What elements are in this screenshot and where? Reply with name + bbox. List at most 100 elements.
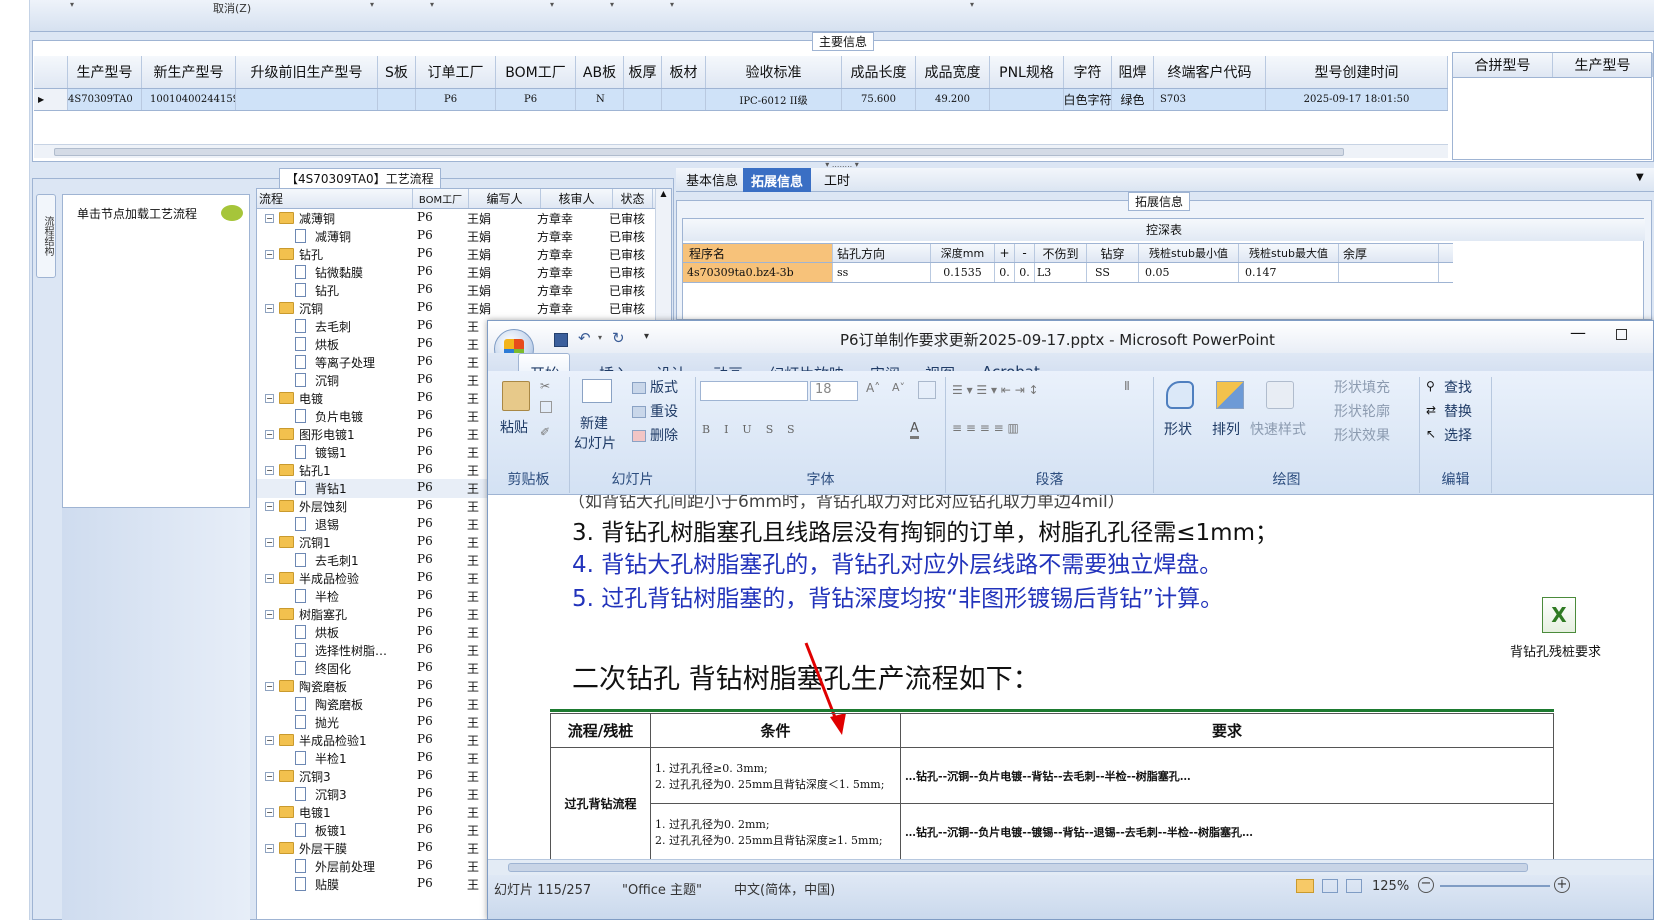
zoom-out-icon[interactable]: − xyxy=(1418,877,1434,893)
minimize-button[interactable]: — xyxy=(1570,323,1586,342)
cell[interactable]: 0.147 xyxy=(1239,263,1339,282)
cancel-button[interactable]: 取消(Z) xyxy=(213,0,251,16)
cell[interactable]: 0. xyxy=(995,263,1015,282)
col-header[interactable]: 型号创建时间 xyxy=(1266,56,1448,88)
zoom-slider[interactable] xyxy=(1440,885,1550,887)
expand-toggle-icon[interactable]: − xyxy=(265,736,274,745)
zoom-level[interactable]: 125% xyxy=(1372,879,1409,894)
expand-toggle-icon[interactable]: − xyxy=(265,250,274,259)
col-header[interactable]: 成品宽度 xyxy=(916,56,990,88)
shape-effect-button[interactable]: 形状效果 xyxy=(1334,425,1390,445)
load-process-area[interactable]: 单击节点加载工艺流程 xyxy=(62,194,250,508)
view-normal-icon[interactable] xyxy=(1296,879,1314,893)
paste-icon[interactable] xyxy=(502,381,530,411)
cell[interactable]: P6 xyxy=(416,89,496,110)
expand-toggle-icon[interactable]: − xyxy=(265,772,274,781)
format-painter-icon[interactable]: ✐ xyxy=(540,425,550,439)
cell[interactable]: 4S70309TA0 xyxy=(68,89,142,110)
cell[interactable] xyxy=(378,89,416,110)
tree-col-header[interactable]: BOM工厂 xyxy=(413,189,469,208)
cell[interactable]: 白色字符 xyxy=(1064,89,1112,110)
ext-tabs-dropdown-icon[interactable]: ▼ xyxy=(1636,172,1644,183)
cell[interactable]: 绿色 xyxy=(1112,89,1154,110)
cell[interactable]: 75.600 xyxy=(842,89,916,110)
align-icons[interactable]: ≡ ≡ ≡ ≡ ▥ xyxy=(952,421,1019,435)
excel-attachment-label[interactable]: 背钻孔残桩要求 xyxy=(1510,641,1601,660)
layout-button[interactable]: 版式 xyxy=(632,377,678,397)
col-header[interactable]: 板厚 xyxy=(624,56,662,88)
col-header[interactable]: 钻孔方向 xyxy=(833,244,931,262)
copy-icon[interactable] xyxy=(540,401,552,413)
col-header[interactable]: 生产型号 xyxy=(1553,53,1653,77)
col-header[interactable]: 余厚 xyxy=(1339,244,1439,262)
zoom-in-icon[interactable]: + xyxy=(1554,877,1570,893)
excel-attachment-icon[interactable]: X xyxy=(1542,597,1576,633)
shape-icon[interactable] xyxy=(1166,381,1194,409)
cell[interactable]: P6 xyxy=(496,89,576,110)
cell[interactable] xyxy=(1339,263,1439,282)
expand-toggle-icon[interactable]: − xyxy=(265,430,274,439)
replace-button[interactable]: 替换 xyxy=(1444,401,1472,421)
shape-fill-button[interactable]: 形状填充 xyxy=(1334,377,1390,397)
col-header[interactable]: 订单工厂 xyxy=(416,56,496,88)
qat-redo-icon[interactable]: ↻ xyxy=(612,329,625,347)
cell[interactable] xyxy=(662,89,706,110)
paste-button[interactable]: 粘贴 xyxy=(500,417,528,437)
col-header[interactable]: 新生产型号 xyxy=(142,56,236,88)
tree-row[interactable]: 钻孔 P6 王娟 方章幸 已审核 xyxy=(257,281,655,300)
tree-row[interactable]: − 减薄铜 P6 王娟 方章幸 已审核 xyxy=(257,209,655,228)
col-header[interactable]: - xyxy=(1015,244,1035,262)
arrange-button[interactable]: 排列 xyxy=(1212,419,1240,439)
slide-canvas[interactable]: （如背钻大孔间距小于6mm时，背钻孔取力对比对应钻孔取力单边4mil） 3. 背… xyxy=(488,495,1653,859)
cell[interactable] xyxy=(624,89,662,110)
tree-row[interactable]: 减薄铜 P6 王娟 方章幸 已审核 xyxy=(257,227,655,246)
expand-toggle-icon[interactable]: − xyxy=(265,214,274,223)
col-header[interactable]: AB板 xyxy=(576,56,624,88)
qat-save-icon[interactable] xyxy=(554,333,568,347)
col-header[interactable]: 钻穿 xyxy=(1087,244,1139,262)
col-header[interactable]: + xyxy=(995,244,1015,262)
new-slide-button[interactable]: 新建 xyxy=(580,413,608,433)
shrink-font-icon[interactable]: A˅ xyxy=(892,381,905,394)
tab-basic-info[interactable]: 基本信息 xyxy=(680,170,744,189)
qat-undo-icon[interactable]: ↶ xyxy=(578,329,591,347)
col-header[interactable]: 板材 xyxy=(662,56,706,88)
cell[interactable]: L3 xyxy=(1035,263,1087,282)
arrange-icon[interactable] xyxy=(1216,381,1244,409)
view-show-icon[interactable] xyxy=(1346,879,1362,893)
tree-row[interactable]: 钻微黏膜 P6 王娟 方章幸 已审核 xyxy=(257,263,655,282)
status-language[interactable]: 中文(简体，中国) xyxy=(734,879,835,898)
expand-toggle-icon[interactable]: − xyxy=(265,466,274,475)
expand-toggle-icon[interactable]: − xyxy=(265,304,274,313)
font-name-combo[interactable] xyxy=(700,381,808,401)
cell[interactable]: 0.1535 xyxy=(931,263,995,282)
tree-col-header[interactable]: 编写人 xyxy=(469,189,541,208)
col-header[interactable]: 合拼型号 xyxy=(1453,53,1553,77)
cell[interactable]: N xyxy=(576,89,624,110)
col-header[interactable]: 生产型号 xyxy=(68,56,142,88)
clear-format-icon[interactable] xyxy=(918,381,936,399)
qat-customize-icon[interactable]: ▾ xyxy=(644,331,649,342)
expand-toggle-icon[interactable]: − xyxy=(265,538,274,547)
col-header[interactable]: 字符 xyxy=(1064,56,1112,88)
expand-toggle-icon[interactable]: − xyxy=(265,610,274,619)
expand-toggle-icon[interactable]: − xyxy=(265,502,274,511)
cell[interactable]: 2025-09-17 18:01:50 xyxy=(1266,89,1448,110)
tree-col-header[interactable]: 流程 xyxy=(257,189,413,208)
cell[interactable]: 0.05 xyxy=(1139,263,1239,282)
find-button[interactable]: 查找 xyxy=(1444,377,1472,397)
col-header[interactable]: 验收标准 xyxy=(706,56,842,88)
new-slide-button-2[interactable]: 幻灯片 xyxy=(574,433,616,453)
qat-undo-dropdown-icon[interactable]: ▾ xyxy=(598,333,602,342)
expand-toggle-icon[interactable]: − xyxy=(265,844,274,853)
shape-outline-button[interactable]: 形状轮廓 xyxy=(1334,401,1390,421)
expand-toggle-icon[interactable]: − xyxy=(265,682,274,691)
col-header[interactable]: 残桩stub最小值 xyxy=(1139,244,1239,262)
scroll-thumb[interactable] xyxy=(54,148,1344,156)
font-color-icon[interactable]: A xyxy=(910,421,919,439)
cell[interactable]: 0. xyxy=(1015,263,1035,282)
slide-hscroll[interactable] xyxy=(488,859,1653,875)
main-grid-hscroll[interactable] xyxy=(34,144,1448,158)
cell[interactable]: 10010400244159 xyxy=(142,89,236,110)
depth-row[interactable]: 4s70309ta0.bz4-3b ss 0.1535 0. 0. L3 SS … xyxy=(683,263,1453,283)
